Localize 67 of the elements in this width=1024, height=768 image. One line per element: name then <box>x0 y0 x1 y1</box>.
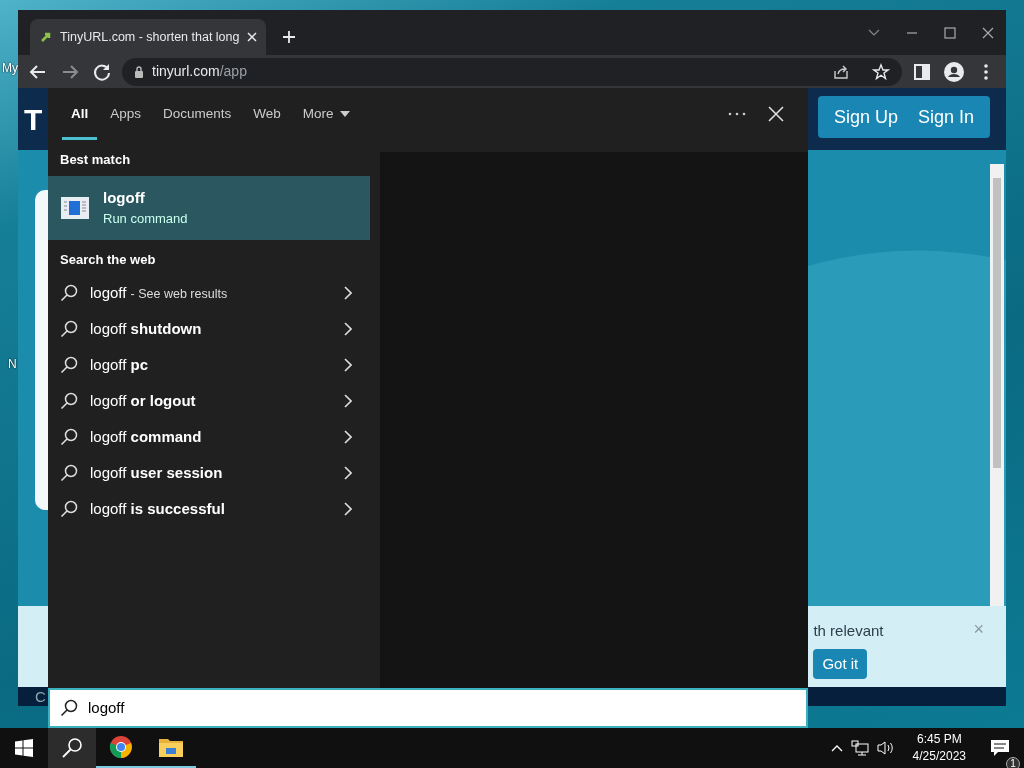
got-it-button[interactable]: Got it <box>813 648 868 679</box>
section-heading: Best match <box>59 151 132 169</box>
scrollbar[interactable] <box>990 164 1004 606</box>
web-result-item[interactable]: logoff pc <box>48 347 370 383</box>
header-link-button[interactable]: Sign Up <box>823 97 908 137</box>
close-icon[interactable] <box>982 26 994 39</box>
chevron-right-icon <box>344 466 352 480</box>
profile-icon[interactable] <box>942 59 966 84</box>
search-icon <box>60 699 78 717</box>
more-options-icon[interactable] <box>728 112 746 116</box>
chevron-right-icon <box>344 358 352 372</box>
maximize-icon[interactable] <box>944 26 956 39</box>
logo-text: T <box>24 101 43 138</box>
filter-tab[interactable]: Apps <box>99 88 153 140</box>
web-result-item[interactable]: logoff or logout <box>48 383 370 419</box>
volume-icon[interactable] <box>876 740 895 756</box>
search-icon <box>60 356 78 374</box>
best-match-item[interactable]: logoff Run command <box>48 175 370 240</box>
address-bar[interactable]: tinyurl.com/app <box>122 57 902 86</box>
lock-icon <box>134 65 144 78</box>
favicon-icon <box>40 31 52 43</box>
windows-logo-icon <box>15 739 33 757</box>
tab-title: TinyURL.com - shorten that long <box>60 28 240 46</box>
search-icon <box>60 428 78 446</box>
message-icon <box>990 739 1010 757</box>
clock-date: 4/25/2023 <box>912 748 966 765</box>
chevron-right-icon <box>344 394 352 408</box>
web-result-item[interactable]: logoff command <box>48 419 370 455</box>
chevron-right-icon <box>344 502 352 516</box>
web-result-item[interactable]: logoff user session <box>48 455 370 491</box>
search-field[interactable]: logoff <box>48 688 808 728</box>
search-icon <box>60 284 78 302</box>
filter-tab[interactable]: Web <box>242 88 292 140</box>
filter-tab[interactable]: All <box>60 88 100 140</box>
search-icon <box>61 737 83 759</box>
search-icon <box>60 464 78 482</box>
chevron-right-icon <box>344 286 352 300</box>
banner-text: th relevant <box>813 621 884 641</box>
result-subtitle: Run command <box>103 210 188 228</box>
network-icon[interactable] <box>850 740 869 756</box>
clock-time: 6:45 PM <box>915 731 963 748</box>
caret-icon <box>339 111 350 117</box>
chevron-up-icon[interactable] <box>830 744 843 752</box>
search-icon <box>60 392 78 410</box>
web-result-item[interactable]: logoff shutdown <box>48 311 370 347</box>
result-title: logoff <box>103 187 146 208</box>
browser-tab[interactable]: TinyURL.com - shorten that long <box>30 19 266 55</box>
search-icon <box>60 500 78 518</box>
filter-tab[interactable]: More <box>291 88 361 140</box>
folder-icon <box>159 737 183 757</box>
search-icon <box>60 320 78 338</box>
new-tab-icon[interactable] <box>282 30 296 44</box>
desktop-icon-label[interactable]: N <box>8 355 17 373</box>
web-result-item[interactable]: logoff - See web results <box>48 275 370 311</box>
star-icon[interactable] <box>872 62 890 81</box>
chevron-down-icon[interactable] <box>868 28 880 37</box>
web-result-item[interactable]: logoff is successful <box>48 491 370 527</box>
app-window-icon <box>61 196 89 219</box>
url-text: tinyurl.com/app <box>152 62 247 81</box>
section-heading: Search the web <box>59 250 157 269</box>
filter-tab[interactable]: Documents <box>152 88 243 140</box>
chevron-right-icon <box>344 430 352 444</box>
header-link-button[interactable]: Sign In <box>907 97 984 137</box>
browser-app-icon <box>109 735 133 759</box>
chevron-right-icon <box>344 322 352 336</box>
notification-count: 1 <box>1006 757 1020 768</box>
taskbar-button[interactable] <box>48 728 96 768</box>
